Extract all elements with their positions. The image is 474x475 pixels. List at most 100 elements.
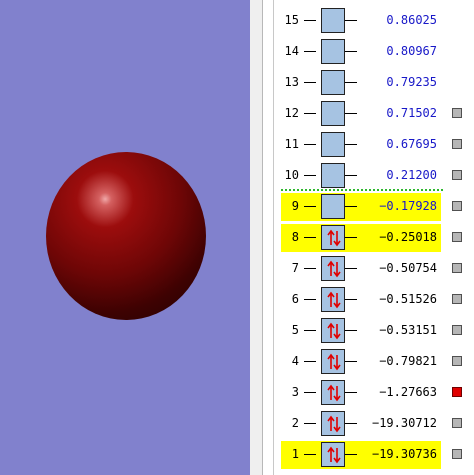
level-line-left (304, 268, 316, 269)
orbital-sphere[interactable] (46, 152, 206, 320)
orbital-index: 14 (284, 44, 299, 58)
3d-viewer[interactable] (0, 0, 250, 475)
orbital-row[interactable]: 5 −0.53151 (281, 317, 474, 345)
level-line-left (304, 144, 316, 145)
level-line-left (304, 175, 316, 176)
electron-pair-icon (327, 446, 341, 464)
level-line-left (304, 113, 316, 114)
orbital-checkbox[interactable] (452, 170, 462, 180)
electron-pair-icon (327, 291, 341, 309)
orbital-row[interactable]: 9 −0.17928 (281, 193, 474, 221)
orbital-index: 9 (291, 199, 299, 213)
orbital-level-box[interactable] (321, 8, 345, 33)
splitter-handle[interactable] (250, 0, 262, 475)
level-line-left (304, 206, 316, 207)
level-line-left (304, 423, 316, 424)
orbital-level-box[interactable] (321, 380, 345, 405)
orbital-row[interactable]: 6 −0.51526 (281, 286, 474, 314)
level-line-left (304, 299, 316, 300)
orbital-checkbox[interactable] (452, 139, 462, 149)
orbital-row[interactable]: 8 −0.25018 (281, 224, 474, 252)
selected-orbital-checkbox[interactable] (452, 387, 462, 397)
orbital-level-box[interactable] (321, 163, 345, 188)
orbital-index: 4 (291, 354, 299, 368)
orbital-level-box[interactable] (321, 256, 345, 281)
orbital-row[interactable]: 4 −0.79821 (281, 348, 474, 376)
orbital-energy: 0.79235 (386, 75, 437, 89)
orbital-energy: −0.50754 (379, 261, 437, 275)
orbital-checkbox[interactable] (452, 263, 462, 273)
panel-guide-line (273, 0, 274, 475)
orbital-level-box[interactable] (321, 101, 345, 126)
level-line-left (304, 330, 316, 331)
orbital-checkbox[interactable] (452, 325, 462, 335)
orbital-row[interactable]: 14 0.80967 (281, 38, 474, 66)
orbital-index: 5 (291, 323, 299, 337)
orbital-level-box[interactable] (321, 411, 345, 436)
orbital-index: 2 (291, 416, 299, 430)
level-line-left (304, 454, 316, 455)
electron-pair-icon (327, 384, 341, 402)
orbital-level-box[interactable] (321, 287, 345, 312)
orbital-energy: −0.51526 (379, 292, 437, 306)
orbital-energy: 0.67695 (386, 137, 437, 151)
orbital-checkbox[interactable] (452, 356, 462, 366)
level-line-left (304, 82, 316, 83)
orbital-energy: 0.80967 (386, 44, 437, 58)
electron-pair-icon (327, 322, 341, 340)
orbital-level-box[interactable] (321, 225, 345, 250)
orbital-index: 11 (284, 137, 299, 151)
orbital-energy: −1.27663 (379, 385, 437, 399)
orbital-row[interactable]: 15 0.86025 (281, 7, 474, 35)
orbital-row[interactable]: 10 0.21200 (281, 162, 474, 190)
orbital-energy: −19.30736 (371, 447, 437, 461)
orbital-checkbox[interactable] (452, 418, 462, 428)
orbital-row[interactable]: 7 −0.50754 (281, 255, 474, 283)
electron-pair-icon (327, 415, 341, 433)
orbital-energy: −19.30712 (371, 416, 437, 430)
level-line-left (304, 237, 316, 238)
level-line-left (304, 20, 316, 21)
orbital-index: 13 (284, 75, 299, 89)
orbital-energy: −0.17928 (379, 199, 437, 213)
orbital-index: 15 (284, 13, 299, 27)
orbital-level-box[interactable] (321, 349, 345, 374)
orbital-index: 7 (291, 261, 299, 275)
orbital-index: 12 (284, 106, 299, 120)
orbital-energy: −0.53151 (379, 323, 437, 337)
orbital-energy: −0.79821 (379, 354, 437, 368)
orbital-index: 8 (291, 230, 299, 244)
orbital-checkbox[interactable] (452, 201, 462, 211)
orbital-energy: 0.21200 (386, 168, 437, 182)
orbital-row[interactable]: 1 −19.30736 (281, 441, 474, 469)
orbital-checkbox[interactable] (452, 294, 462, 304)
orbital-level-box[interactable] (321, 70, 345, 95)
orbital-level-box[interactable] (321, 318, 345, 343)
orbital-index: 6 (291, 292, 299, 306)
orbital-row[interactable]: 12 0.71502 (281, 100, 474, 128)
level-line-left (304, 361, 316, 362)
orbital-index: 3 (291, 385, 299, 399)
electron-pair-icon (327, 353, 341, 371)
orbital-level-box[interactable] (321, 39, 345, 64)
orbital-level-box[interactable] (321, 194, 345, 219)
orbital-row[interactable]: 2 −19.30712 (281, 410, 474, 438)
level-line-left (304, 51, 316, 52)
orbital-row[interactable]: 13 0.79235 (281, 69, 474, 97)
orbital-level-box[interactable] (321, 442, 345, 467)
orbital-energy: 0.71502 (386, 106, 437, 120)
orbital-checkbox[interactable] (452, 232, 462, 242)
electron-pair-icon (327, 229, 341, 247)
orbital-index: 1 (291, 447, 299, 461)
orbital-row[interactable]: 3 −1.27663 (281, 379, 474, 407)
orbital-energy: 0.86025 (386, 13, 437, 27)
electron-pair-icon (327, 260, 341, 278)
orbital-index: 10 (284, 168, 299, 182)
homo-lumo-gap-line (281, 189, 443, 191)
level-line-left (304, 392, 316, 393)
orbital-energy: −0.25018 (379, 230, 437, 244)
orbital-checkbox[interactable] (452, 108, 462, 118)
orbital-row[interactable]: 11 0.67695 (281, 131, 474, 159)
orbital-level-box[interactable] (321, 132, 345, 157)
orbital-checkbox[interactable] (452, 449, 462, 459)
